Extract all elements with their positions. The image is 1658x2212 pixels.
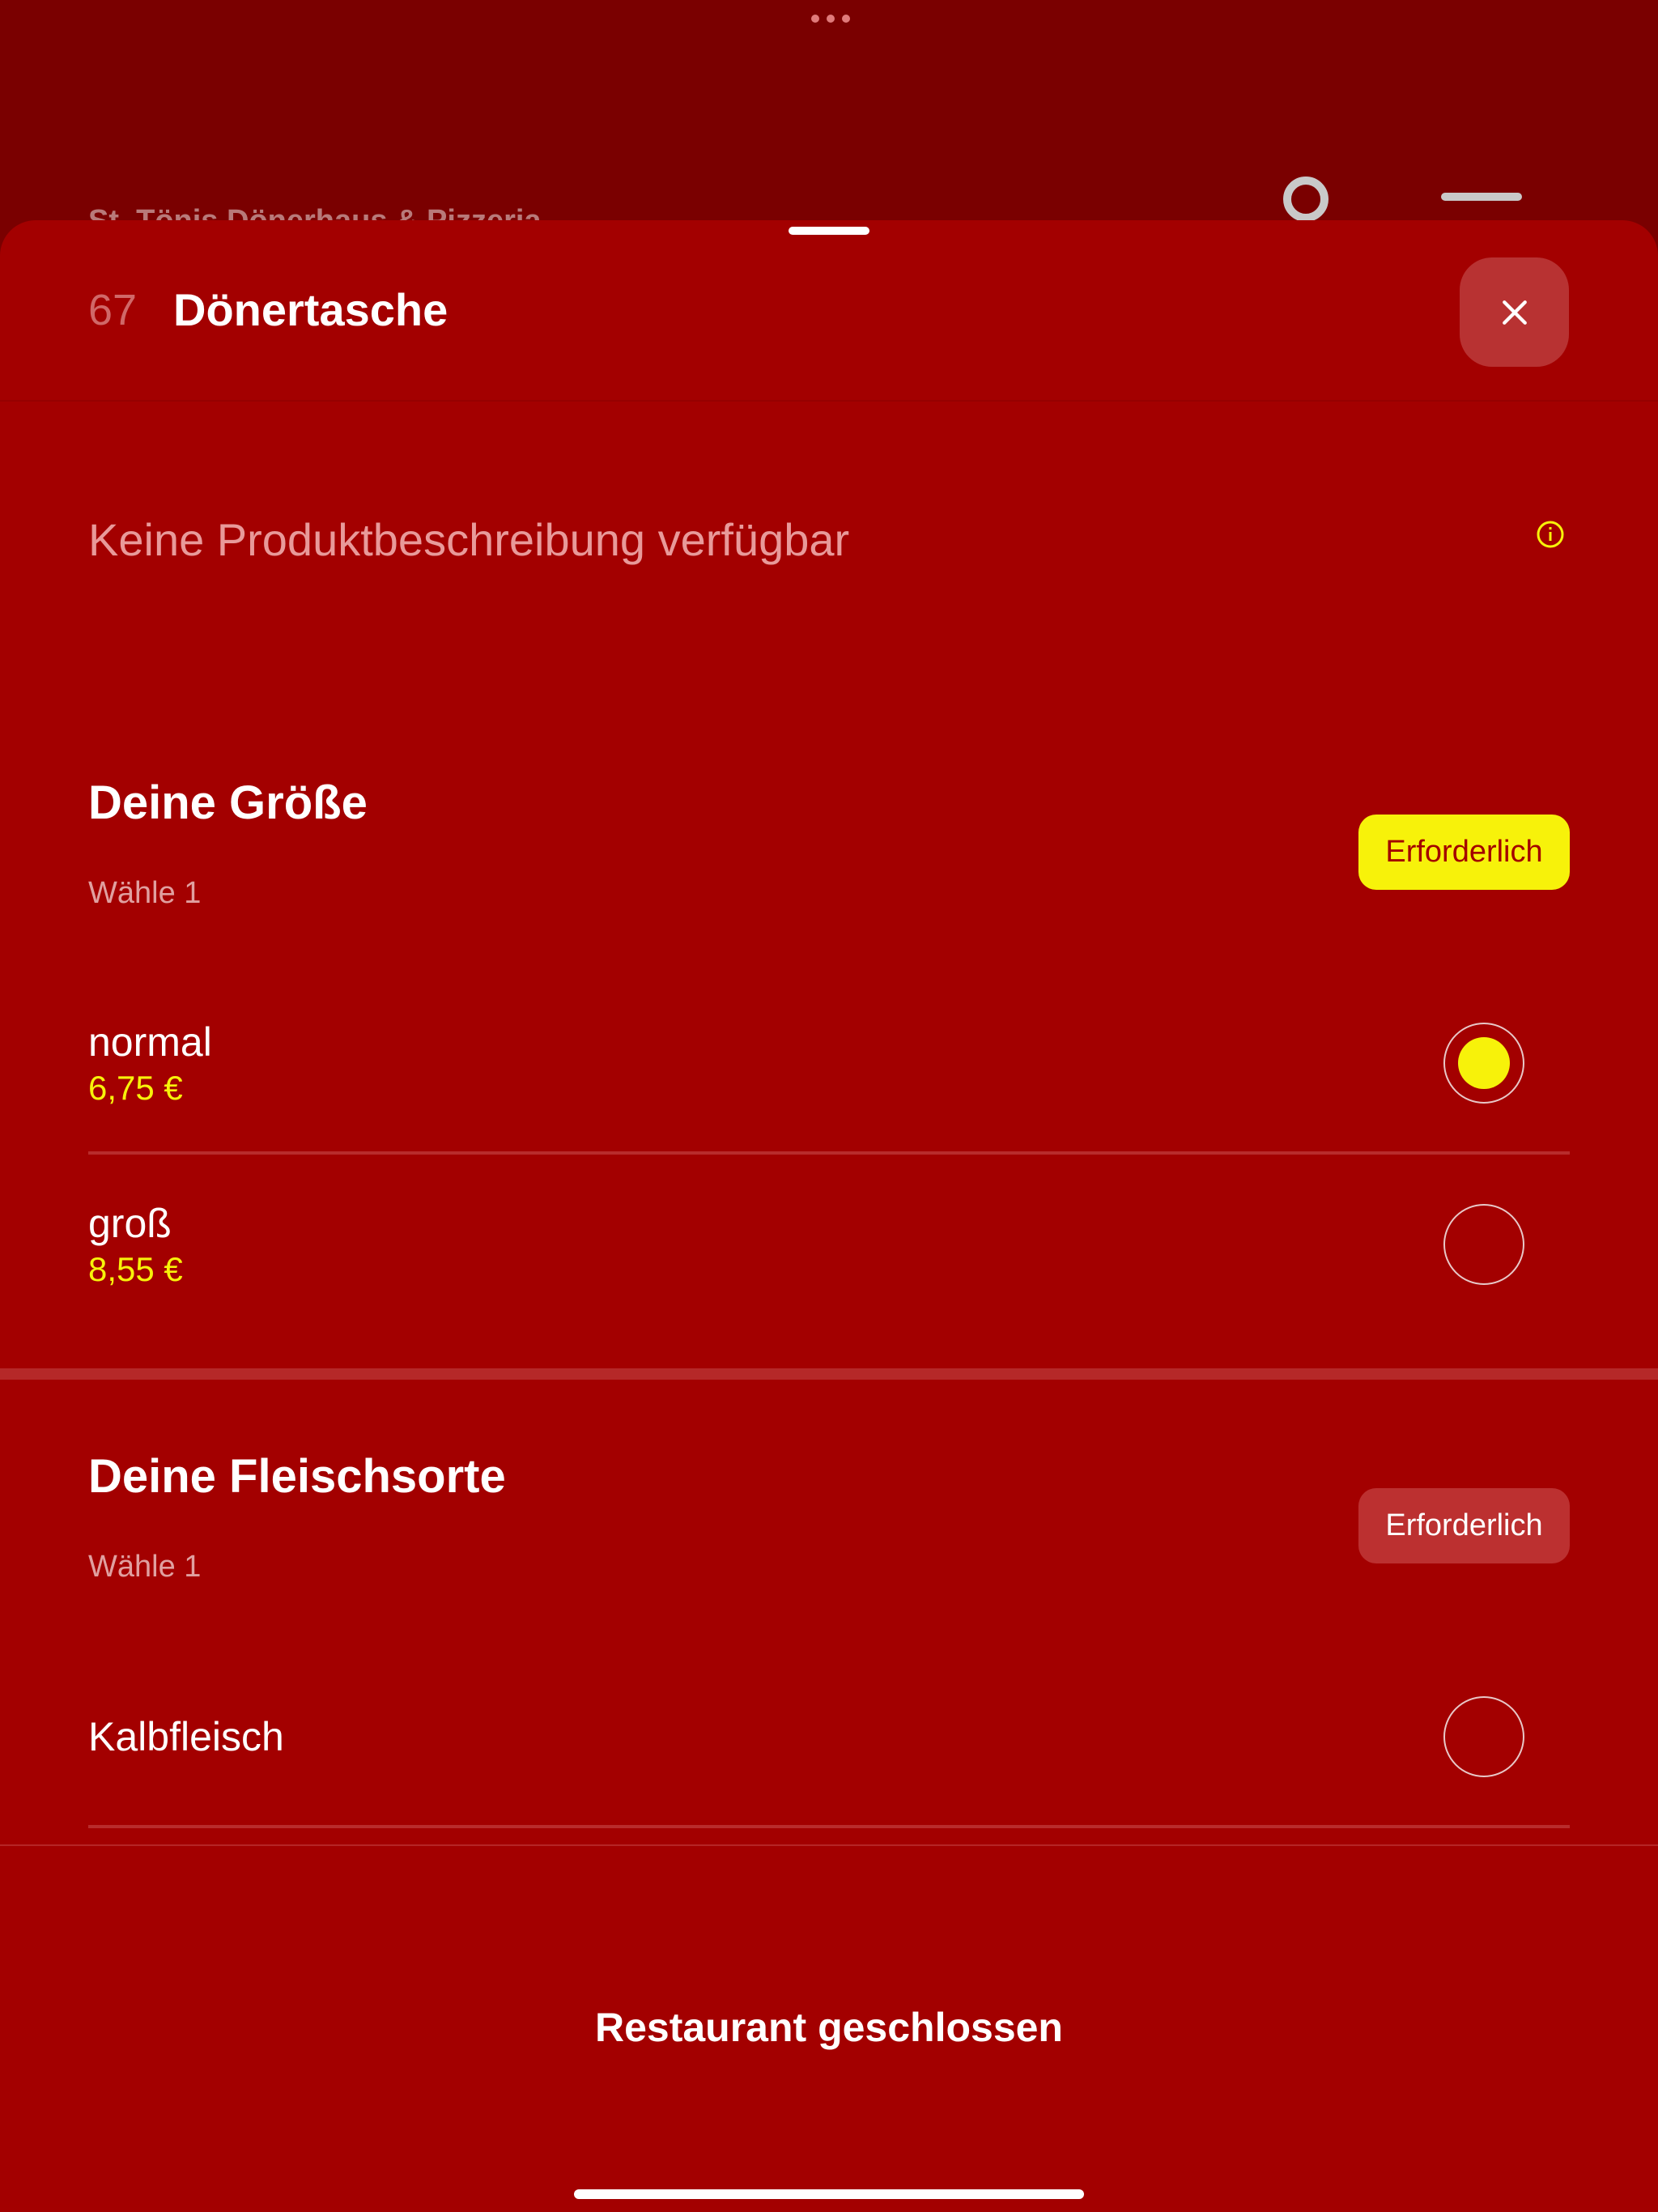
item-title: Dönertasche: [173, 284, 449, 335]
menu-icon[interactable]: [1441, 193, 1522, 201]
close-icon: [1502, 300, 1527, 325]
option-name: groß: [88, 1201, 172, 1246]
more-dots-icon[interactable]: [811, 15, 850, 23]
item-number: 67: [88, 286, 138, 334]
close-button[interactable]: [1460, 257, 1569, 367]
home-indicator: [574, 2189, 1084, 2199]
option-price: 6,75 €: [88, 1069, 183, 1107]
required-badge-size: Erforderlich: [1358, 815, 1570, 890]
info-icon[interactable]: [1536, 520, 1565, 549]
group-subtitle-meat: Wähle 1: [88, 1550, 202, 1584]
option-divider: [88, 1825, 1570, 1828]
option-name: Kalbfleisch: [88, 1714, 284, 1759]
radio-button-selected[interactable]: [1443, 1023, 1524, 1104]
radio-dot: [1458, 1037, 1510, 1089]
search-icon[interactable]: [1283, 177, 1329, 222]
option-price: 8,55 €: [88, 1250, 183, 1288]
option-name: normal: [88, 1019, 212, 1065]
product-description: Keine Produktbeschreibung verfügbar: [88, 514, 850, 565]
radio-button[interactable]: [1443, 1696, 1524, 1777]
radio-button[interactable]: [1443, 1204, 1524, 1285]
group-title-meat: Deine Fleischsorte: [88, 1450, 506, 1503]
option-divider: [88, 1151, 1570, 1155]
restaurant-closed-button[interactable]: Restaurant geschlossen: [0, 2004, 1658, 2051]
group-subtitle-size: Wähle 1: [88, 876, 202, 910]
sheet-header: 67 Dönertasche: [0, 220, 1658, 402]
group-title-size: Deine Größe: [88, 776, 368, 829]
required-badge-meat: Erforderlich: [1358, 1488, 1570, 1563]
section-divider: [0, 1368, 1658, 1380]
